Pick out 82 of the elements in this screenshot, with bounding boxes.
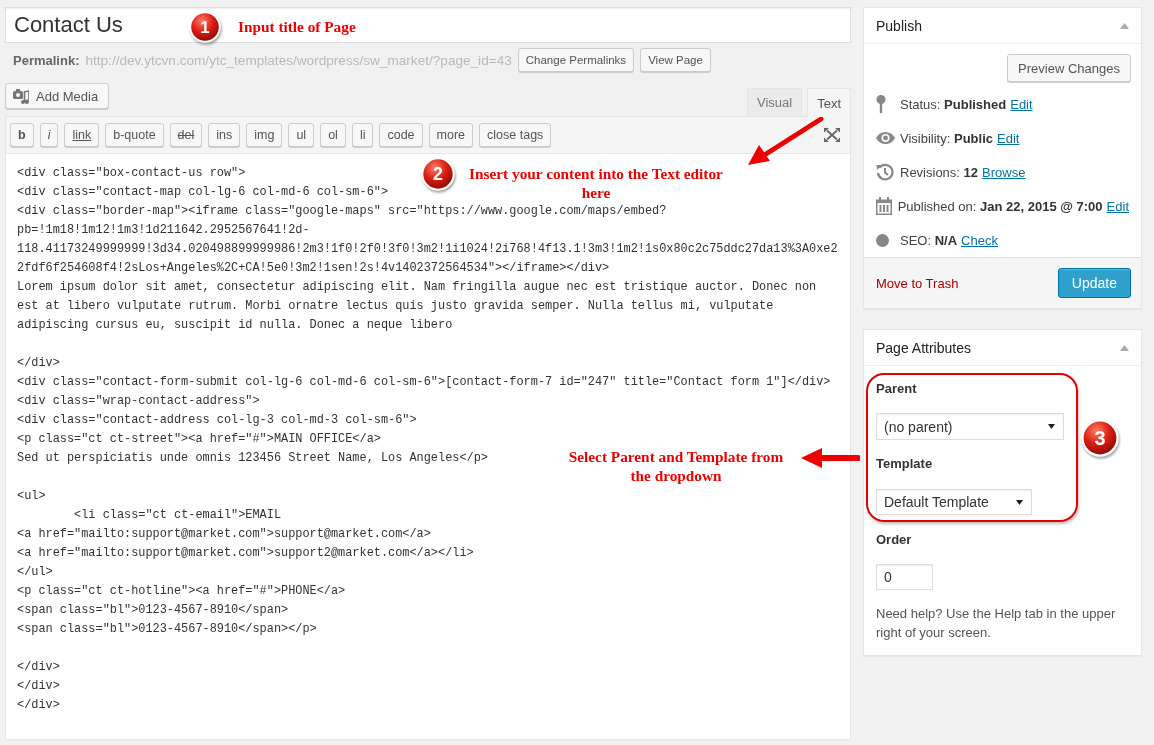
quicktag-button[interactable]: img (246, 123, 283, 147)
preview-changes-button[interactable]: Preview Changes (1007, 54, 1131, 82)
code-line: <a href="mailto:support@market.com">support2@market.com</a></li> (17, 545, 474, 562)
permalink-url: http://dev.ytcvn.com/ytc_templates/wordpress/sw_market/?page_id=43 (85, 52, 512, 68)
code-line: <p class="ct ct-street"><a href="#">MAIN OFFICE</a> (17, 431, 381, 448)
move-to-trash-link[interactable]: Move to Trash (876, 275, 959, 291)
code-line: 118.41173249999999!3d34.020498899999986!2m3!1f0!2f0!3f0!3m2!1i1024!2i768!4f13.1!3m3!1m2!1s0x80c2c75ddc27da13%3A0xe2 (17, 241, 838, 258)
edit-link[interactable]: Edit (997, 130, 1020, 146)
link-button[interactable]: link (64, 123, 100, 147)
code-line: <div class="wrap-contact-address"> (17, 393, 260, 410)
calendar-icon (876, 197, 892, 215)
edit-link[interactable]: Edit (1010, 96, 1033, 112)
editor-tab[interactable]: Visual (746, 88, 803, 116)
quicktag-button[interactable]: code (379, 123, 423, 147)
quicktag-button[interactable]: ul (288, 123, 315, 147)
editor-tab[interactable]: Text (807, 88, 851, 117)
code-line: <div class="contact-form-submit col-lg-6 col-md-6 col-sm-6">[contact-form-7 id="247" title="Contact form 1"]</div> (17, 374, 831, 391)
help-text: Need help? Use the Help tab in the upper right of your screen. (876, 605, 1117, 642)
order-label: Order (876, 531, 912, 549)
text-editor-field[interactable] (6, 154, 850, 739)
code-line: <div class="box-contact-us row"> (17, 165, 246, 182)
annotation-text: Select Parent and Template from the dropdown (567, 447, 785, 485)
code-line: est at libero vulputate rutrum. Morbi ornatre lectus quis justo gravida semper. Nulla tellus mi, vulputate (17, 298, 774, 315)
parent-label: Parent (876, 380, 917, 398)
annotation-text: Insert your content into the Text editor here (468, 164, 724, 202)
eye-icon (876, 132, 895, 144)
code-line: adipiscing cursus eu, suscipit id nulla. Donec a neque libero (17, 317, 453, 334)
code-line: </ul> (17, 564, 53, 581)
caret-down-icon (1048, 424, 1055, 429)
code-line: pb=!1m18!1m12!1m3!1d211642.2952567641!2d- (17, 222, 310, 239)
code-line: <ul> (17, 488, 46, 505)
annotation-text: Input title of Page (238, 17, 356, 36)
code-line: <div class="contact-address col-lg-3 col-md-3 col-sm-6"> (17, 412, 417, 429)
panel-title: Page Attributes (876, 339, 971, 356)
template-select[interactable]: Default Template (876, 489, 1032, 515)
view-page-button[interactable]: View Page (640, 48, 711, 72)
code-line: Sed ut perspiciatis unde omnis 123456 Street Name, Los Angeles</p> (17, 450, 488, 467)
code-line: <span class="bl">0123-4567-8910</span> (17, 602, 289, 619)
change-permalinks-button[interactable]: Change Permalinks (517, 48, 635, 72)
publish-info-text: Revisions: 12 (900, 164, 979, 180)
check-link[interactable]: Check (961, 232, 998, 248)
code-line: Lorem ipsum dolor sit amet, consectetur adipiscing elit. Nam fringilla augue nec est tristique auctor. Donec non (17, 279, 817, 296)
step-number-badge: 3 (1081, 419, 1119, 457)
publish-info-text: SEO: N/A (900, 232, 958, 248)
code-line: </div> (17, 659, 60, 676)
quicktag-button[interactable]: ins (208, 123, 241, 147)
parent-select[interactable]: (no parent) (876, 413, 1064, 440)
add-media-button[interactable]: Add Media (5, 83, 110, 109)
code-line: <div class="contact-map col-lg-6 col-md-6 col-sm-6"> (17, 184, 389, 201)
quicktag-button[interactable]: more (428, 123, 474, 147)
code-line: </div> (17, 678, 60, 695)
quicktag-button[interactable]: li (351, 123, 374, 147)
template-label: Template (876, 455, 933, 473)
code-line: <p class="ct ct-hotline"><a href="#">PHONE</a> (17, 583, 346, 600)
quicktag-button[interactable]: close tags (479, 123, 552, 147)
edit-link[interactable]: Edit (1106, 198, 1129, 214)
panel-title: Publish (876, 17, 922, 34)
media-icon (13, 88, 29, 104)
fullscreen-icon[interactable] (824, 128, 840, 142)
pointer-arrow (801, 448, 860, 468)
pin-icon (876, 95, 886, 113)
code-line: </div> (17, 697, 60, 714)
bold-button[interactable]: b (10, 123, 34, 147)
code-line: <a href="mailto:support@market.com">support@market.com</a> (17, 526, 431, 543)
code-line: <div class="border-map"><iframe class="google-maps" src="https://www.google.com/maps/embed? (17, 203, 667, 220)
permalink-label: Permalink: (13, 52, 80, 68)
history-icon (876, 163, 894, 181)
browse-link[interactable]: Browse (982, 164, 1026, 180)
code-line: </div> (17, 355, 60, 372)
publish-info-text: Visibility: Public (900, 130, 993, 146)
code-line: <span class="bl">0123-4567-8910</span></p> (17, 621, 317, 638)
code-line: 2fdf6f254608f4!2sLos+Angeles%2C+CA!5e0!3m2!1sen!2s!4v1402372564534"></iframe></div> (17, 260, 610, 277)
quicktag-button[interactable]: ol (320, 123, 346, 147)
italic-button[interactable]: i (39, 123, 59, 147)
order-field[interactable]: 0 (876, 564, 933, 590)
quicktag-button[interactable]: b-quote (105, 123, 164, 147)
strikethrough-button[interactable]: del (169, 123, 203, 147)
caret-down-icon (1016, 499, 1023, 505)
code-line: <li class="ct ct-email">EMAIL (73, 507, 282, 524)
publish-info-text: Status: Published (900, 96, 1007, 112)
circle-icon (876, 233, 889, 247)
publish-info-text: Published on: Jan 22, 2015 @ 7:00 (897, 198, 1103, 214)
